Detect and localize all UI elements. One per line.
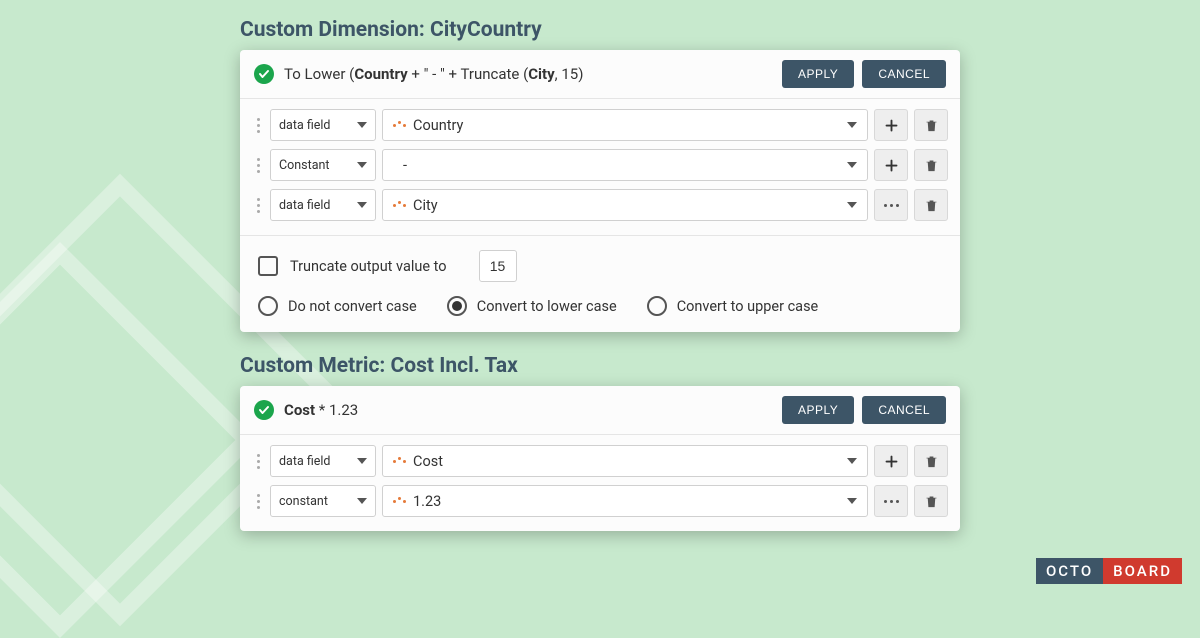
datafield-icon xyxy=(393,460,406,463)
expression-row: data field Country xyxy=(252,109,948,141)
chevron-down-icon xyxy=(847,458,857,464)
chevron-down-icon xyxy=(847,162,857,168)
type-select[interactable]: constant xyxy=(270,485,376,517)
radio-icon-selected xyxy=(447,296,467,316)
chevron-down-icon xyxy=(847,498,857,504)
value-select[interactable]: - xyxy=(382,149,868,181)
datafield-icon xyxy=(393,124,406,127)
metric-rows: data field Cost constan xyxy=(240,435,960,531)
datafield-icon xyxy=(393,500,406,503)
expression-row: Constant - xyxy=(252,149,948,181)
dimension-rows: data field Country Cons xyxy=(240,99,960,236)
type-select[interactable]: data field xyxy=(270,189,376,221)
truncate-value-input[interactable] xyxy=(479,250,517,282)
dimension-card: To Lower (Country + " - " + Truncate (Ci… xyxy=(240,50,960,332)
drag-handle-icon[interactable] xyxy=(252,446,264,476)
custom-metric-title: Custom Metric: Cost Incl. Tax xyxy=(240,354,960,378)
value-select[interactable]: 1.23 xyxy=(382,485,868,517)
radio-icon xyxy=(647,296,667,316)
chevron-down-icon xyxy=(847,202,857,208)
drag-handle-icon[interactable] xyxy=(252,486,264,516)
chevron-down-icon xyxy=(357,458,367,464)
value-select[interactable]: City xyxy=(382,189,868,221)
delete-row-button[interactable] xyxy=(914,189,948,221)
truncate-label: Truncate output value to xyxy=(290,258,447,275)
metric-card-header: Cost * 1.23 APPLY CANCEL xyxy=(240,386,960,435)
expression-row: data field Cost xyxy=(252,445,948,477)
chevron-down-icon xyxy=(357,202,367,208)
chevron-down-icon xyxy=(357,498,367,504)
ellipsis-icon xyxy=(884,500,899,503)
chevron-down-icon xyxy=(357,162,367,168)
more-options-button[interactable] xyxy=(874,189,908,221)
truncate-checkbox[interactable] xyxy=(258,256,278,276)
value-select[interactable]: Cost xyxy=(382,445,868,477)
type-select[interactable]: data field xyxy=(270,109,376,141)
expression-row: constant 1.23 xyxy=(252,485,948,517)
delete-row-button[interactable] xyxy=(914,445,948,477)
dimension-expression: To Lower (Country + " - " + Truncate (Ci… xyxy=(284,65,774,83)
metric-expression: Cost * 1.23 xyxy=(284,401,774,419)
drag-handle-icon[interactable] xyxy=(252,190,264,220)
radio-lower[interactable]: Convert to lower case xyxy=(447,296,617,316)
radio-icon xyxy=(258,296,278,316)
drag-handle-icon[interactable] xyxy=(252,150,264,180)
custom-dimension-title: Custom Dimension: CityCountry xyxy=(240,18,960,42)
octoboard-logo: OCTO BOARD xyxy=(1036,558,1182,584)
status-check-icon xyxy=(254,64,274,84)
chevron-down-icon xyxy=(357,122,367,128)
delete-row-button[interactable] xyxy=(914,149,948,181)
cancel-button[interactable]: CANCEL xyxy=(862,396,946,424)
apply-button[interactable]: APPLY xyxy=(782,396,854,424)
cancel-button[interactable]: CANCEL xyxy=(862,60,946,88)
radio-upper[interactable]: Convert to upper case xyxy=(647,296,819,316)
add-row-button[interactable] xyxy=(874,445,908,477)
add-row-button[interactable] xyxy=(874,109,908,141)
delete-row-button[interactable] xyxy=(914,485,948,517)
dimension-options: Truncate output value to Do not convert … xyxy=(240,236,960,332)
status-check-icon xyxy=(254,400,274,420)
datafield-icon xyxy=(393,204,406,207)
delete-row-button[interactable] xyxy=(914,109,948,141)
type-select[interactable]: data field xyxy=(270,445,376,477)
dimension-card-header: To Lower (Country + " - " + Truncate (Ci… xyxy=(240,50,960,99)
chevron-down-icon xyxy=(847,122,857,128)
value-select[interactable]: Country xyxy=(382,109,868,141)
type-select[interactable]: Constant xyxy=(270,149,376,181)
metric-card: Cost * 1.23 APPLY CANCEL data field Cost xyxy=(240,386,960,531)
radio-no-convert[interactable]: Do not convert case xyxy=(258,296,417,316)
apply-button[interactable]: APPLY xyxy=(782,60,854,88)
drag-handle-icon[interactable] xyxy=(252,110,264,140)
ellipsis-icon xyxy=(884,204,899,207)
more-options-button[interactable] xyxy=(874,485,908,517)
expression-row: data field City xyxy=(252,189,948,221)
add-row-button[interactable] xyxy=(874,149,908,181)
